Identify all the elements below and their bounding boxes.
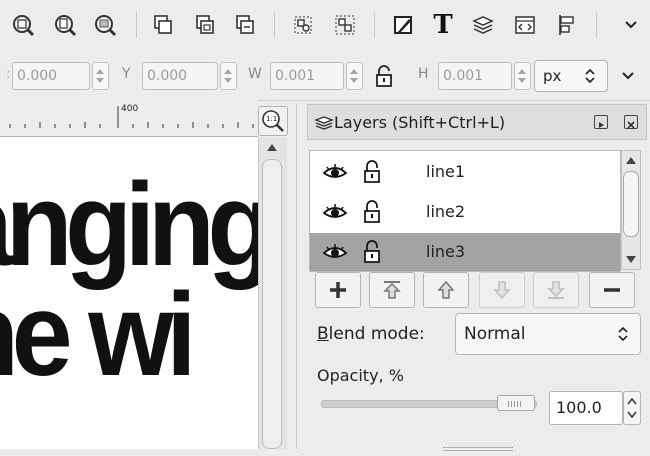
layers-icon[interactable] <box>468 10 498 40</box>
chevron-down-icon[interactable] <box>616 10 646 40</box>
layer-row-line3[interactable]: line3 <box>310 233 620 271</box>
opacity-field[interactable]: 100.0 <box>549 391 623 425</box>
unlocked-icon[interactable] <box>362 239 382 269</box>
scroll-down-icon[interactable] <box>625 255 637 265</box>
raise-to-top-button[interactable] <box>369 272 415 308</box>
lower-to-bottom-button[interactable] <box>533 272 579 308</box>
eye-icon[interactable] <box>322 161 348 187</box>
h-field[interactable]: 0.001 <box>438 62 512 90</box>
x-spinner[interactable] <box>92 62 109 90</box>
opacity-label: Opacity, % <box>317 366 404 385</box>
fill-stroke-icon[interactable] <box>388 10 418 40</box>
arrow-up-icon <box>437 280 455 299</box>
minus-icon <box>604 288 620 292</box>
xml-editor-icon[interactable] <box>510 10 540 40</box>
canvas-text-line2[interactable]: ne wi <box>0 267 197 403</box>
horizontal-ruler: 400 <box>0 100 258 137</box>
unlocked-icon[interactable] <box>362 159 382 189</box>
close-icon[interactable] <box>624 115 638 129</box>
raise-layer-button[interactable] <box>423 272 469 308</box>
opacity-slider-thumb[interactable] <box>497 395 535 411</box>
drawing-canvas[interactable]: anging ne wi <box>0 137 258 449</box>
scroll-up-icon[interactable] <box>625 155 637 165</box>
layer-name: line2 <box>426 202 466 221</box>
select-arrows-icon <box>618 326 628 342</box>
arrow-down-icon <box>493 281 511 300</box>
panel-title: Layers (Shift+Ctrl+L) <box>334 113 506 132</box>
panel-menu-icon[interactable] <box>594 115 608 129</box>
remove-layer-button[interactable] <box>589 272 635 308</box>
x-label: : <box>6 66 11 82</box>
y-spinner[interactable] <box>220 62 237 90</box>
lock-icon[interactable] <box>374 64 394 88</box>
duplicate-icon[interactable] <box>148 10 178 40</box>
w-label: W <box>248 66 262 82</box>
zoom-ratio: 1:1 <box>266 115 278 123</box>
layers-icon <box>314 116 334 130</box>
w-spinner[interactable] <box>346 62 363 90</box>
opacity-spinner[interactable] <box>623 391 641 425</box>
blend-mode-label: Blend mode: <box>317 324 425 344</box>
blend-mode-value: Normal <box>464 324 526 344</box>
align-icon[interactable] <box>552 10 582 40</box>
panel-resize-grip[interactable] <box>443 437 513 451</box>
x-field[interactable]: 0.000 <box>12 62 90 90</box>
select-arrows-icon <box>585 68 595 84</box>
layers-list: line1 line2 line3 <box>309 150 621 272</box>
layers-panel: Layers (Shift+Ctrl+L) line1 line2 line3 … <box>296 104 650 451</box>
text-tool-icon[interactable]: T <box>428 10 458 40</box>
eye-icon[interactable] <box>322 201 348 227</box>
ruler-label: 400 <box>121 104 139 114</box>
scrollbar-thumb[interactable] <box>623 171 639 237</box>
clone-icon[interactable] <box>190 10 220 40</box>
group-icon[interactable] <box>288 10 318 40</box>
layer-row-line2[interactable]: line2 <box>310 193 620 233</box>
layers-panel-header: Layers (Shift+Ctrl+L) <box>307 104 647 140</box>
w-field[interactable]: 0.001 <box>270 62 344 90</box>
scroll-up-icon[interactable] <box>265 141 279 153</box>
eye-icon[interactable] <box>322 241 348 267</box>
tool-controls-toolbar: : 0.000 Y 0.000 W 0.001 H 0.001 px <box>0 52 650 101</box>
canvas-vertical-scrollbar[interactable] <box>258 137 287 449</box>
zoom-1-1-button[interactable]: 1:1 <box>258 106 288 136</box>
blend-mode-select[interactable]: Normal <box>455 313 641 355</box>
y-label: Y <box>122 66 131 82</box>
layer-row-line1[interactable]: line1 <box>310 153 620 193</box>
unit-value: px <box>543 67 562 85</box>
layer-name: line1 <box>426 162 466 181</box>
scrollbar-thumb[interactable] <box>262 159 282 449</box>
layer-name: line3 <box>426 242 466 261</box>
commands-toolbar: T <box>0 0 650 53</box>
layers-list-scrollbar[interactable] <box>621 150 641 270</box>
lower-to-bottom-icon <box>547 281 565 299</box>
plus-icon <box>330 282 346 298</box>
toolbar-separator <box>596 12 597 38</box>
unlocked-icon[interactable] <box>362 199 382 229</box>
toolbar-separator <box>274 12 275 38</box>
raise-to-top-icon <box>383 281 401 299</box>
y-field[interactable]: 0.000 <box>142 62 218 90</box>
h-label: H <box>418 66 429 82</box>
toolbar-separator <box>374 12 375 38</box>
ungroup-icon[interactable] <box>330 10 360 40</box>
add-layer-button[interactable] <box>315 272 361 308</box>
zoom-drawing-icon[interactable] <box>8 10 38 40</box>
toolbar-separator <box>136 12 137 38</box>
lower-layer-button[interactable] <box>479 272 525 308</box>
chevron-down-icon[interactable] <box>620 68 636 88</box>
unit-select[interactable]: px <box>534 60 608 92</box>
h-spinner[interactable] <box>514 62 531 90</box>
unlink-clone-icon[interactable] <box>230 10 260 40</box>
zoom-page-icon[interactable] <box>50 10 80 40</box>
zoom-width-icon[interactable] <box>90 10 120 40</box>
